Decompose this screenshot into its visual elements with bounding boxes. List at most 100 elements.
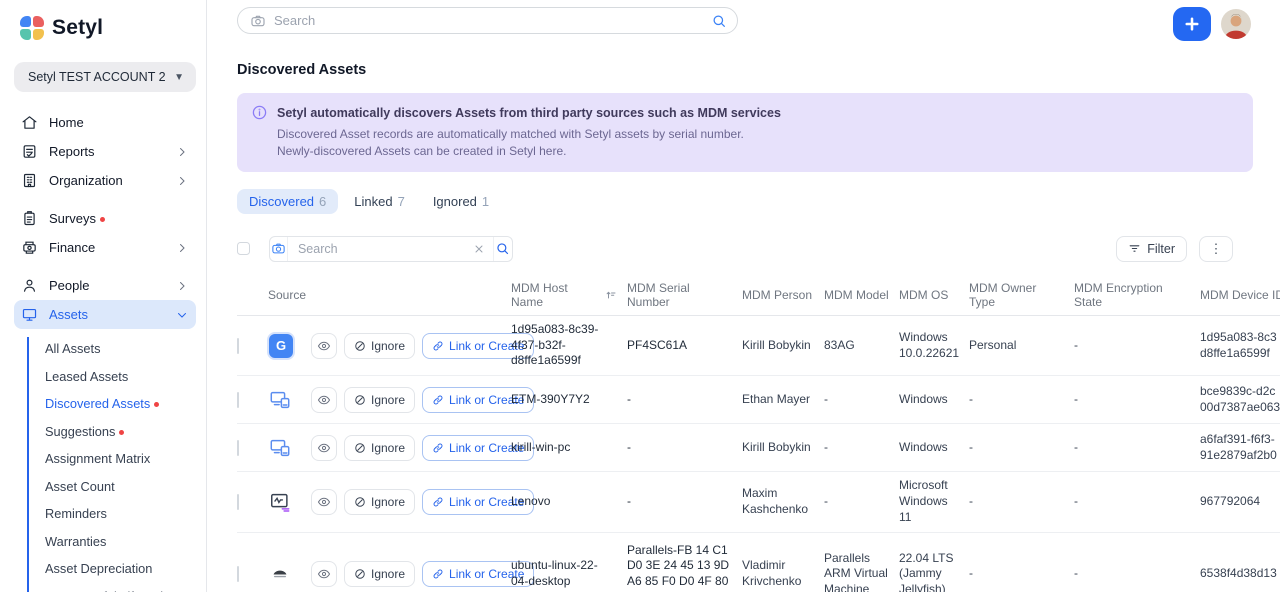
view-button[interactable] <box>311 434 337 461</box>
cell-owner: - <box>969 566 973 581</box>
view-button[interactable] <box>311 489 337 515</box>
sidebar-item-surveys[interactable]: Surveys <box>14 204 196 233</box>
kebab-icon: ⋮ <box>1209 240 1223 256</box>
ignore-button[interactable]: Ignore <box>344 386 416 413</box>
sidebar-item-label: Home <box>49 115 84 130</box>
chevron-right-icon <box>176 242 188 254</box>
table-search-input[interactable] <box>287 241 465 256</box>
cell-owner: - <box>969 439 973 454</box>
sidebar-item-warranties[interactable]: Warranties <box>45 528 196 556</box>
user-avatar[interactable] <box>1221 9 1251 39</box>
sidebar-item-all-assets[interactable]: All Assets <box>45 335 196 363</box>
account-selector[interactable]: Setyl TEST ACCOUNT 2 ▼ <box>14 62 196 92</box>
sidebar-item-discovered-assets[interactable]: Discovered Assets <box>45 390 196 418</box>
linked-devices-icon <box>269 389 291 411</box>
cell-person: Vladimir Krivchenko <box>742 558 802 589</box>
slash-circle-icon <box>354 340 366 352</box>
cell-device-id: 967792064 <box>1200 494 1261 509</box>
brand-logo: Setyl <box>14 16 196 40</box>
col-host[interactable]: MDM Host Name <box>511 281 627 309</box>
cell-host: Lenovo <box>511 494 551 509</box>
cell-model: - <box>824 391 828 406</box>
global-search-input[interactable] <box>274 13 703 28</box>
home-icon <box>21 114 38 131</box>
add-button[interactable] <box>1173 7 1211 41</box>
sidebar-item-assignment-matrix[interactable]: Assignment Matrix <box>45 445 196 473</box>
banner-line-3: Newly-discovered Assets can be created i… <box>277 144 567 159</box>
sidebar-item-label: People <box>49 278 90 293</box>
account-name: Setyl TEST ACCOUNT 2 <box>28 70 166 84</box>
row-checkbox[interactable] <box>237 566 239 583</box>
sidebar-item-home[interactable]: Home <box>14 108 196 137</box>
cell-encryption: - <box>1074 337 1078 352</box>
sidebar-item-people[interactable]: People <box>14 271 196 300</box>
view-button[interactable] <box>311 561 337 588</box>
slash-circle-icon <box>354 394 366 406</box>
cell-os: Windows <box>899 439 948 454</box>
sidebar-item-finance[interactable]: Finance <box>14 233 196 262</box>
sidebar-item-suggestions[interactable]: Suggestions <box>45 418 196 446</box>
col-model[interactable]: MDM Model <box>824 288 899 302</box>
sidebar-item-organization[interactable]: Organization <box>14 166 196 195</box>
col-encryption-state[interactable]: MDM Encryption State <box>1074 281 1200 309</box>
filter-button[interactable]: Filter <box>1116 235 1187 262</box>
sidebar-item-asset-depreciation[interactable]: Asset Depreciation <box>45 555 196 583</box>
tab-linked[interactable]: Linked 7 <box>342 189 417 214</box>
sidebar-item-assets[interactable]: Assets <box>14 300 196 329</box>
camera-icon <box>270 236 288 261</box>
sidebar-item-reports[interactable]: Reports <box>14 137 196 166</box>
search-icon[interactable] <box>711 13 727 29</box>
link-icon <box>432 442 444 454</box>
row-checkbox[interactable] <box>237 494 239 510</box>
banner-line-2: Discovered Asset records are automatical… <box>277 127 744 141</box>
cell-serial: - <box>627 494 631 509</box>
ignore-button[interactable]: Ignore <box>344 489 416 515</box>
global-search[interactable] <box>237 7 738 34</box>
tab-ignored[interactable]: Ignored 1 <box>421 189 501 214</box>
cell-owner: - <box>969 494 973 509</box>
col-person[interactable]: MDM Person <box>742 288 824 302</box>
tab-discovered[interactable]: Discovered 6 <box>237 188 339 214</box>
sidebar-item-reminders[interactable]: Reminders <box>45 500 196 528</box>
table-row: Ignore Link or Create Lenovo - Maxim Kas… <box>237 472 1280 533</box>
clear-search-icon[interactable] <box>465 243 493 255</box>
ignore-button[interactable]: Ignore <box>344 561 416 588</box>
ignore-button[interactable]: Ignore <box>344 434 416 461</box>
view-button[interactable] <box>311 386 337 413</box>
link-icon <box>432 394 444 406</box>
cell-device-id: a6faf391-f6f3- 91e2879af2b0 <box>1200 431 1277 462</box>
col-serial[interactable]: MDM Serial Number <box>627 281 742 309</box>
select-all-checkbox[interactable] <box>237 242 250 256</box>
link-icon <box>432 568 444 580</box>
table-header-row: Source MDM Host Name MDM Serial Number M… <box>237 276 1280 316</box>
more-options-button[interactable]: ⋮ <box>1199 235 1233 262</box>
banner-title: Setyl automatically discovers Assets fro… <box>277 105 781 120</box>
cell-encryption: - <box>1074 566 1078 581</box>
view-button[interactable] <box>311 332 337 359</box>
row-checkbox[interactable] <box>237 391 239 408</box>
topbar <box>237 7 1280 41</box>
sidebar-item-asset-useful-lifecycle[interactable]: Asset Useful Lifecycle <box>45 583 196 592</box>
assets-icon <box>21 306 38 323</box>
ignore-button[interactable]: Ignore <box>344 332 416 359</box>
col-device-id[interactable]: MDM Device ID <box>1200 288 1280 302</box>
cell-encryption: - <box>1074 494 1078 509</box>
col-os[interactable]: MDM OS <box>899 288 969 302</box>
row-checkbox[interactable] <box>237 439 239 456</box>
row-checkbox[interactable] <box>237 337 239 354</box>
sort-asc-icon <box>605 289 617 301</box>
sidebar-item-asset-count[interactable]: Asset Count <box>45 473 196 501</box>
sidebar-item-label: Reports <box>49 144 95 159</box>
cell-model: 83AG <box>824 337 855 352</box>
notification-dot <box>154 402 160 408</box>
assets-subnav: All Assets Leased Assets Discovered Asse… <box>14 335 196 592</box>
search-icon[interactable] <box>492 236 512 261</box>
cell-person: Ethan Mayer <box>742 391 811 406</box>
cell-model: - <box>824 439 828 454</box>
cell-serial: - <box>627 439 631 454</box>
sidebar: Setyl Setyl TEST ACCOUNT 2 ▼ Home Report… <box>0 0 207 592</box>
sidebar-item-leased-assets[interactable]: Leased Assets <box>45 363 196 391</box>
table-search[interactable] <box>269 235 513 262</box>
discovered-assets-table: Source MDM Host Name MDM Serial Number M… <box>237 276 1280 592</box>
col-owner-type[interactable]: MDM Owner Type <box>969 281 1074 309</box>
